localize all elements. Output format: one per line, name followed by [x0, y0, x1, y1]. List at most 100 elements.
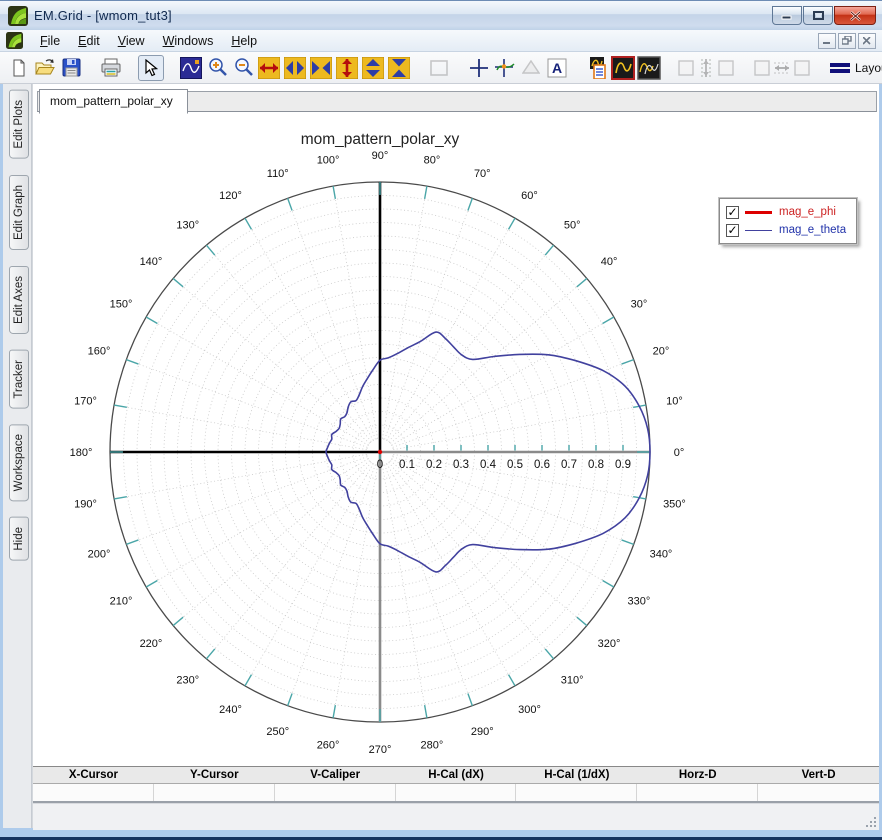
expand-vertical-button[interactable] [360, 55, 386, 81]
resize-grip[interactable] [864, 815, 876, 827]
multi-graph-window-button[interactable] [636, 55, 662, 81]
layout-icon [830, 62, 850, 74]
menu-view[interactable]: View [109, 32, 154, 50]
tab-strip: mom_pattern_polar_xy [33, 84, 879, 112]
svg-text:220°: 220° [140, 638, 163, 650]
sidebar-tab-edit-axes[interactable]: Edit Axes [9, 266, 29, 334]
legend-entry-mag_e_phi: ✓ mag_e_phi [726, 203, 846, 221]
fit-horizontal-button [752, 55, 814, 81]
svg-text:0.8: 0.8 [588, 459, 604, 471]
svg-text:40°: 40° [601, 256, 618, 268]
svg-text:340°: 340° [650, 549, 673, 561]
document-logo-icon [6, 32, 23, 49]
svg-text:210°: 210° [110, 596, 133, 608]
readout-header-vert-d: Vert-D [758, 767, 879, 783]
svg-text:30°: 30° [631, 299, 648, 311]
menu-windows[interactable]: Windows [154, 32, 223, 50]
single-graph-window-button[interactable] [610, 55, 636, 81]
readout-header-x-cursor: X-Cursor [33, 767, 154, 783]
svg-text:0.1: 0.1 [399, 459, 415, 471]
sidebar-tab-workspace[interactable]: Workspace [9, 424, 29, 501]
svg-text:180°: 180° [70, 447, 93, 459]
expand-vertical-red-button[interactable] [334, 55, 360, 81]
child-restore-button[interactable] [838, 33, 856, 49]
readout-value [154, 784, 275, 801]
svg-text:310°: 310° [561, 675, 584, 687]
readout-value [516, 784, 637, 801]
pointer-select-button[interactable] [138, 55, 164, 81]
readout-value [275, 784, 396, 801]
menu-bar: FileEditViewWindowsHelp [0, 30, 882, 52]
shrink-vertical-button[interactable] [386, 55, 412, 81]
menu-edit[interactable]: Edit [69, 32, 109, 50]
svg-text:100°: 100° [317, 155, 340, 167]
shrink-horizontal-button[interactable] [308, 55, 334, 81]
legend-editor-button[interactable] [584, 55, 610, 81]
chart-legend[interactable]: ✓ mag_e_phi ✓mag_e_theta [719, 198, 857, 244]
layout-button[interactable]: Layout [830, 61, 882, 75]
readout-header-h-cal-dx-: H-Cal (dX) [396, 767, 517, 783]
menu-file[interactable]: File [31, 32, 69, 50]
svg-text:150°: 150° [110, 299, 133, 311]
svg-text:190°: 190° [74, 499, 97, 511]
close-button[interactable] [834, 6, 876, 25]
legend-entry-mag_e_theta: ✓mag_e_theta [726, 221, 846, 239]
readout-value [637, 784, 758, 801]
app-logo-icon [8, 6, 28, 26]
status-bar [33, 803, 879, 830]
expand-horizontal-button[interactable] [282, 55, 308, 81]
readout-value [758, 784, 879, 801]
svg-text:170°: 170° [74, 395, 97, 407]
maximize-button[interactable] [803, 6, 833, 25]
print-button[interactable] [98, 55, 124, 81]
svg-text:20°: 20° [653, 345, 670, 357]
svg-text:0.6: 0.6 [534, 459, 550, 471]
polar-chart-area: 0°10°20°30°40°50°60°70°80°90°100°110°120… [33, 112, 879, 766]
legend-line-sample [745, 211, 772, 214]
window-title: EM.Grid - [wmom_tut3] [34, 8, 172, 23]
zoom-out-button[interactable] [230, 55, 256, 81]
svg-text:160°: 160° [88, 345, 111, 357]
legend-checkbox-mag_e_theta[interactable]: ✓ [726, 224, 739, 237]
open-file-button[interactable] [32, 55, 58, 81]
svg-text:50°: 50° [564, 219, 581, 231]
child-close-button[interactable] [858, 33, 876, 49]
zoom-in-button[interactable] [204, 55, 230, 81]
svg-text:270°: 270° [369, 744, 392, 756]
svg-text:140°: 140° [140, 256, 163, 268]
svg-text:0.7: 0.7 [561, 459, 577, 471]
readout-header-y-cursor: Y-Cursor [154, 767, 275, 783]
svg-text:120°: 120° [219, 190, 242, 202]
menu-help[interactable]: Help [222, 32, 266, 50]
save-file-button[interactable] [58, 55, 84, 81]
legend-label: mag_e_phi [779, 206, 836, 218]
sidebar-tab-edit-plots[interactable]: Edit Plots [9, 90, 29, 159]
legend-checkbox-mag_e_phi[interactable]: ✓ [726, 206, 739, 219]
title-bar[interactable]: EM.Grid - [wmom_tut3] [0, 0, 882, 30]
cross-cursor-button[interactable] [466, 55, 492, 81]
toolbar: A Layout [0, 52, 882, 84]
svg-text:330°: 330° [628, 596, 651, 608]
svg-text:60°: 60° [521, 190, 538, 202]
svg-text:260°: 260° [317, 739, 340, 751]
full-view-button[interactable] [178, 55, 204, 81]
svg-text:0.4: 0.4 [480, 459, 497, 471]
child-minimize-button[interactable] [818, 33, 836, 49]
tracker-cursor-button[interactable] [492, 55, 518, 81]
svg-text:200°: 200° [88, 549, 111, 561]
svg-text:250°: 250° [266, 726, 289, 738]
sidebar-tab-edit-graph[interactable]: Edit Graph [9, 175, 29, 250]
svg-text:80°: 80° [424, 155, 441, 167]
minimize-button[interactable] [772, 6, 802, 25]
sidebar-tab-hide[interactable]: Hide [9, 517, 29, 561]
svg-text:350°: 350° [663, 499, 686, 511]
svg-text:0.5: 0.5 [507, 459, 523, 471]
delta-marker-button [518, 55, 544, 81]
sidebar-tab-tracker[interactable]: Tracker [9, 350, 29, 409]
cursor-readout-table: X-CursorY-CursorV-CaliperH-Cal (dX)H-Cal… [33, 766, 879, 803]
tab-mom_pattern_polar_xy[interactable]: mom_pattern_polar_xy [39, 89, 188, 114]
svg-text:10°: 10° [666, 395, 683, 407]
expand-horizontal-red-button[interactable] [256, 55, 282, 81]
new-document-button[interactable] [6, 55, 32, 81]
text-annotation-button[interactable]: A [544, 55, 570, 81]
